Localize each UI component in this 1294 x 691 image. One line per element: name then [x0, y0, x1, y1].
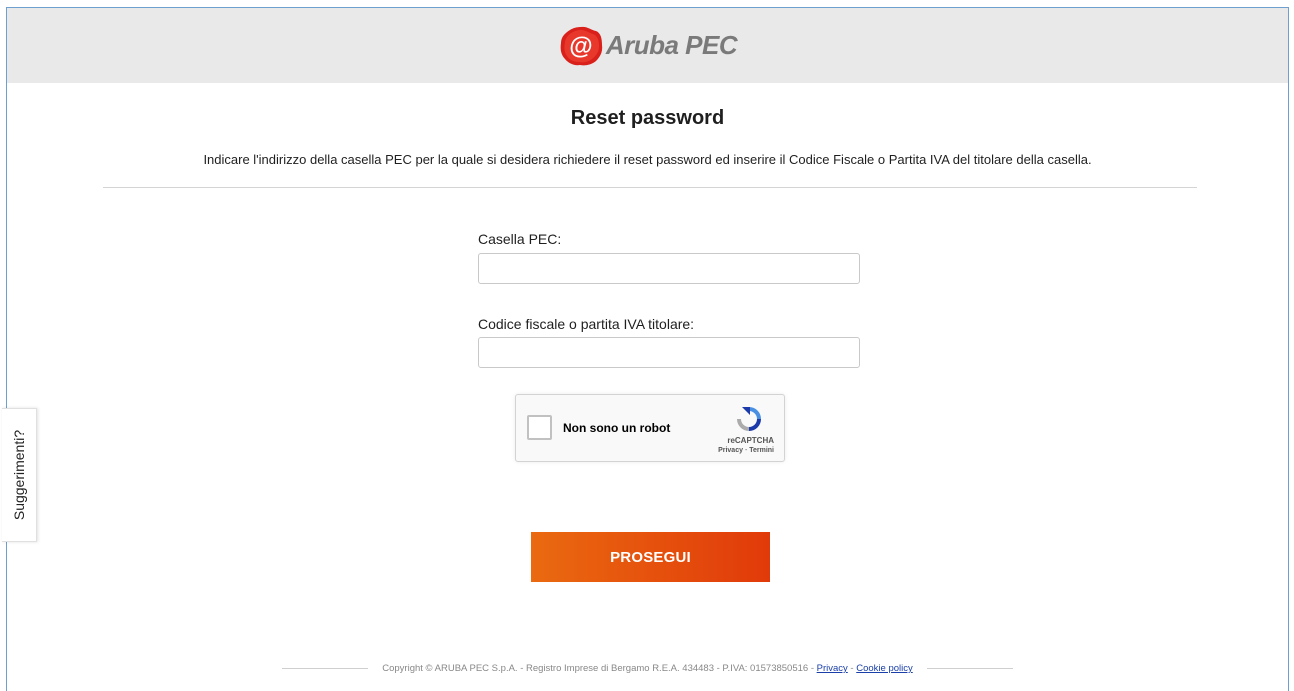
page-title: Reset password — [570, 107, 725, 129]
footer: Copyright © ARUBA PEC S.p.A. - Registro … — [7, 663, 1288, 674]
recaptcha-widget: Non sono un robot reCAPTCHA Privacy - Te… — [515, 394, 785, 462]
tax-code-input[interactable] — [478, 337, 860, 368]
at-seal-icon: @ — [560, 26, 603, 65]
cookie-policy-link[interactable]: Cookie policy — [856, 663, 913, 674]
recaptcha-checkbox[interactable] — [527, 415, 552, 440]
page-frame: @ Aruba PEC Reset password Indicare l'in… — [6, 7, 1289, 691]
divider — [103, 187, 1197, 188]
recaptcha-links: Privacy - Termini — [718, 447, 774, 454]
recaptcha-privacy-link[interactable]: Privacy — [718, 447, 743, 454]
footer-divider-right — [926, 668, 1013, 669]
footer-divider-left — [282, 668, 369, 669]
submit-button[interactable]: PROSEGUI — [531, 532, 770, 582]
tax-code-field-label: Codice fiscale o partita IVA titolare: — [478, 316, 695, 332]
footer-separator: - — [847, 663, 857, 674]
pec-field-label: Casella PEC: — [478, 231, 562, 247]
footer-text: Copyright © ARUBA PEC S.p.A. - Registro … — [382, 663, 912, 674]
privacy-link[interactable]: Privacy — [817, 663, 848, 674]
svg-text:@: @ — [569, 33, 592, 60]
aruba-pec-logo[interactable]: @ Aruba PEC — [558, 25, 738, 67]
recaptcha-brand: reCAPTCHA — [727, 436, 774, 445]
header: @ Aruba PEC — [7, 8, 1288, 83]
recaptcha-icon — [737, 407, 761, 431]
suggestions-tab-label: Suggerimenti? — [11, 429, 27, 521]
recaptcha-label: Non sono un robot — [563, 421, 671, 435]
recaptcha-terms-link[interactable]: Termini — [749, 447, 774, 454]
pec-input[interactable] — [478, 253, 860, 284]
copyright-text: Copyright © ARUBA PEC S.p.A. - Registro … — [382, 663, 817, 674]
page-instructions: Indicare l'indirizzo della casella PEC p… — [203, 152, 1092, 167]
logo-text: Aruba PEC — [605, 30, 738, 60]
suggestions-tab[interactable]: Suggerimenti? — [2, 408, 37, 542]
